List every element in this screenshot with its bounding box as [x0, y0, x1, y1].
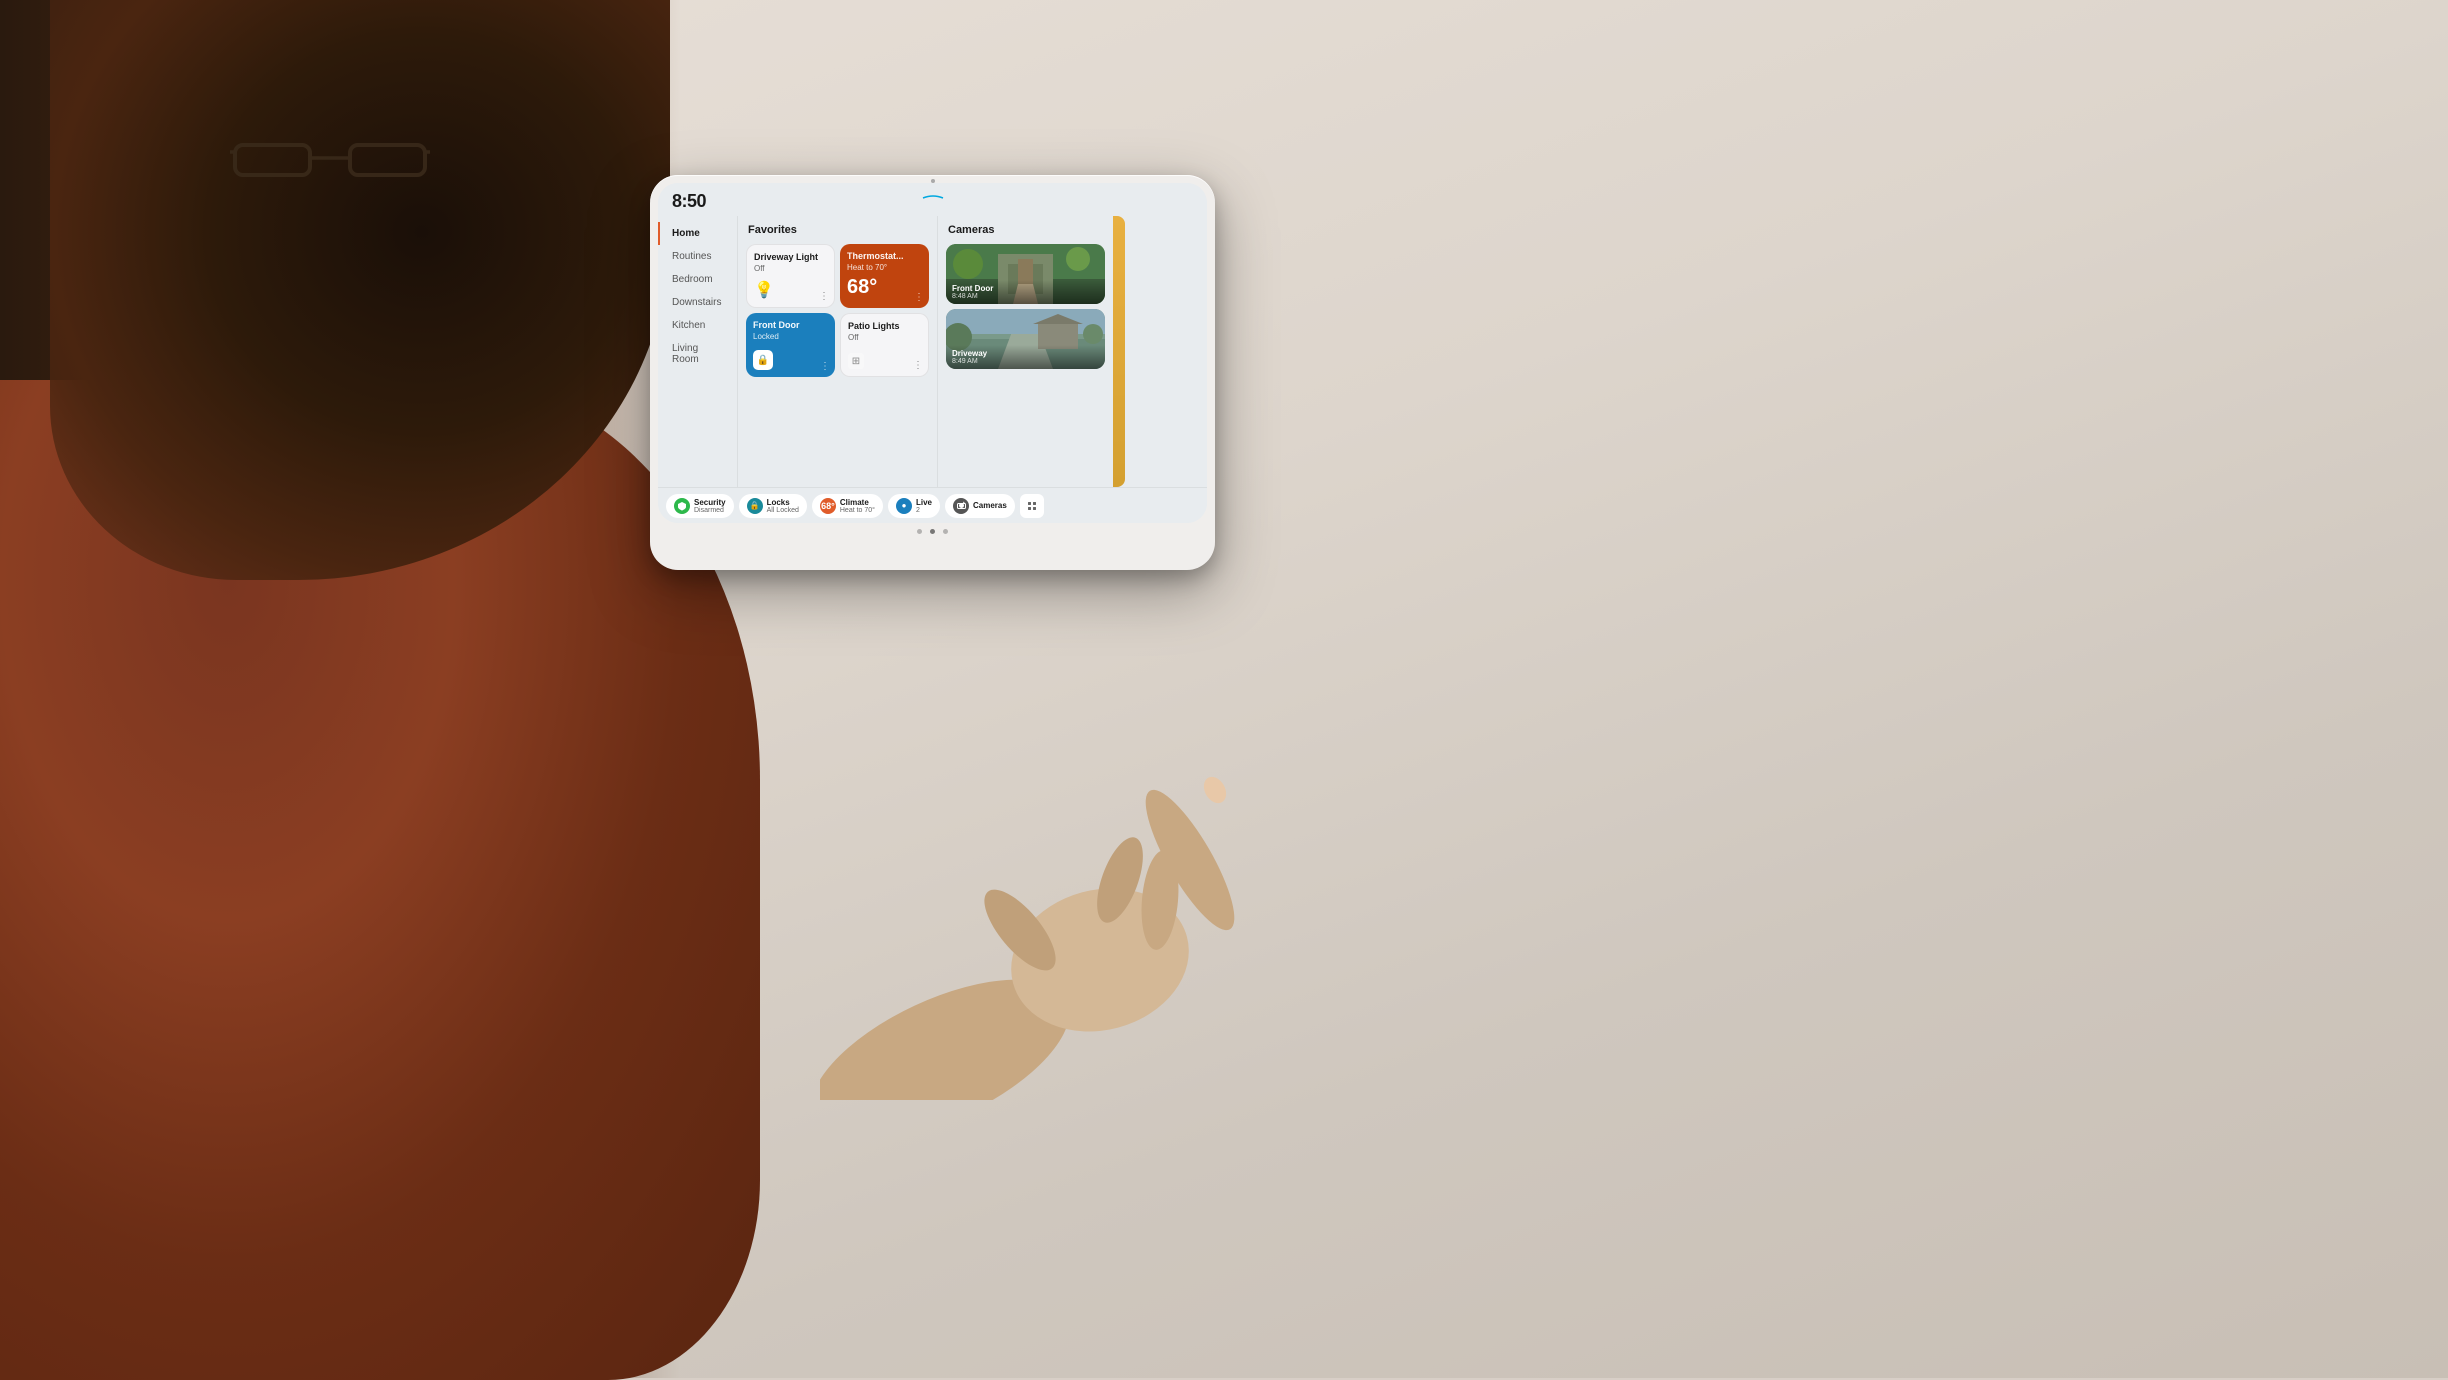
climate-text: Climate Heat to 70°: [840, 498, 875, 514]
tile-front-door-status: Locked: [753, 332, 828, 341]
tile-front-door-name: Front Door: [753, 320, 828, 331]
sidebar: Home Routines Bedroom Downstairs Kitchen: [658, 216, 738, 487]
sidebar-item-routines[interactable]: Routines: [658, 245, 737, 268]
security-status-pill[interactable]: Security Disarmed: [666, 494, 734, 518]
tile-driveway-light-name: Driveway Light: [754, 252, 827, 263]
clock: 8:50: [672, 191, 706, 212]
cameras-title: Cameras: [946, 224, 1105, 236]
tile-thermostat-status: Heat to 70°: [847, 263, 922, 272]
tile-front-door-menu[interactable]: ⋮: [820, 361, 830, 372]
cameras-pill[interactable]: Cameras: [945, 494, 1015, 518]
favorites-panel: Favorites Driveway Light Off 💡 ⋮: [738, 216, 938, 487]
tile-driveway-menu[interactable]: ⋮: [819, 291, 829, 302]
camera-front-door-overlay: Front Door 8:48 AM: [946, 280, 1105, 304]
dot-2: [930, 529, 935, 534]
cameras-panel: Cameras: [938, 216, 1113, 487]
grid-menu-button[interactable]: [1020, 494, 1044, 518]
climate-status-pill[interactable]: 68° Climate Heat to 70°: [812, 494, 883, 518]
sidebar-item-downstairs[interactable]: Downstairs: [658, 291, 737, 314]
sidebar-item-living-room[interactable]: Living Room: [658, 337, 737, 371]
live-text: Live 2: [916, 498, 932, 514]
favorites-title: Favorites: [746, 224, 929, 236]
security-icon: [674, 498, 690, 514]
top-bar: 8:50: [658, 183, 1207, 216]
dot-1: [917, 529, 922, 534]
lock-status-icon: 🔒: [747, 498, 763, 514]
camera-front-door-time: 8:48 AM: [952, 293, 1099, 300]
tile-patio-menu[interactable]: ⋮: [913, 360, 923, 371]
live-icon: ●: [896, 498, 912, 514]
tile-front-door[interactable]: Front Door Locked 🔒 ⋮: [746, 313, 835, 377]
tile-thermostat-menu[interactable]: ⋮: [914, 292, 924, 303]
light-bulb-icon: 💡: [754, 280, 774, 300]
live-status-pill[interactable]: ● Live 2: [888, 494, 940, 518]
tile-patio-lights-name: Patio Lights: [848, 321, 921, 332]
dot-3: [943, 529, 948, 534]
locks-text: Locks All Locked: [767, 498, 799, 514]
tile-thermostat[interactable]: Thermostat... Heat to 70° 68° ⋮: [840, 244, 929, 308]
alexa-indicator: [918, 189, 948, 197]
pagination-dots: [658, 523, 1207, 540]
tile-patio-lights[interactable]: Patio Lights Off ⊞ ⋮: [840, 313, 929, 377]
camera-card-front-door[interactable]: Front Door 8:48 AM: [946, 244, 1105, 304]
bottom-status-bar: Security Disarmed 🔒 Locks All Locked: [658, 487, 1207, 523]
sidebar-item-home[interactable]: Home: [658, 222, 737, 245]
device-screen: 8:50 Home Routines: [658, 183, 1207, 523]
cameras-pill-label: Cameras: [973, 501, 1007, 510]
tile-thermostat-name: Thermostat...: [847, 251, 922, 262]
camera-front-door-name: Front Door: [952, 284, 1099, 293]
favorites-grid: Driveway Light Off 💡 ⋮ Thermostat... Hea…: [746, 244, 929, 377]
smart-display-device: 8:50 Home Routines: [650, 175, 1215, 570]
partial-panel-strip: [1113, 216, 1125, 487]
climate-icon: 68°: [820, 498, 836, 514]
cameras-status-icon: [953, 498, 969, 514]
tile-driveway-light[interactable]: Driveway Light Off 💡 ⋮: [746, 244, 835, 308]
camera-driveway-time: 8:49 AM: [952, 358, 1099, 365]
tile-patio-lights-status: Off: [848, 333, 921, 342]
camera-card-driveway[interactable]: Driveway 8:49 AM: [946, 309, 1105, 369]
camera-driveway-overlay: Driveway 8:49 AM: [946, 345, 1105, 369]
tile-thermostat-value: 68°: [847, 276, 922, 299]
patio-door-icon: ⊞: [848, 353, 864, 369]
sidebar-item-kitchen[interactable]: Kitchen: [658, 314, 737, 337]
locks-status-pill[interactable]: 🔒 Locks All Locked: [739, 494, 807, 518]
security-text: Security Disarmed: [694, 498, 726, 514]
sidebar-item-bedroom[interactable]: Bedroom: [658, 268, 737, 291]
lock-icon: 🔒: [753, 350, 773, 370]
tile-driveway-light-status: Off: [754, 264, 827, 273]
camera-driveway-name: Driveway: [952, 349, 1099, 358]
